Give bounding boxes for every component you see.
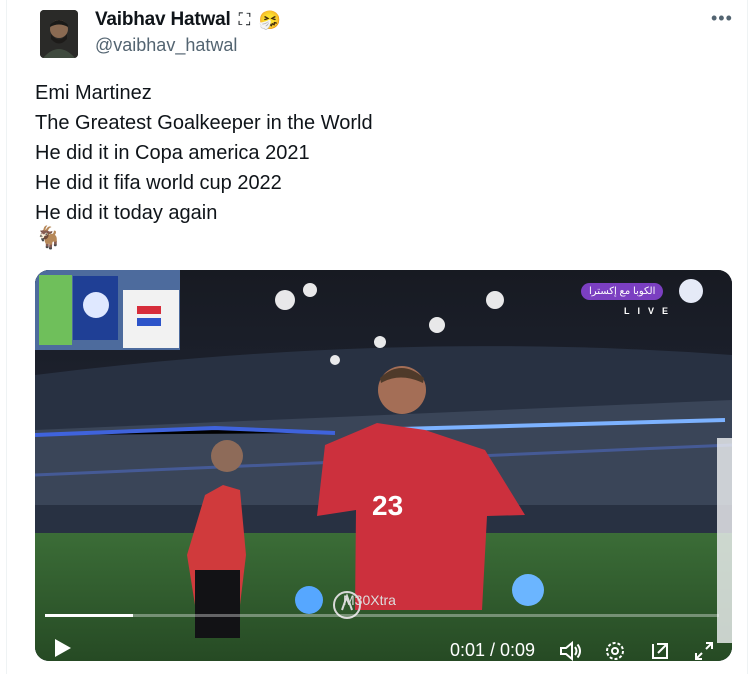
sneeze-emoji: 🤧 <box>258 9 281 30</box>
avatar[interactable] <box>40 10 78 58</box>
volume-icon <box>560 640 581 661</box>
fullscreen-button[interactable] <box>693 640 715 661</box>
settings-button[interactable] <box>604 640 626 661</box>
handle[interactable]: @vaibhav_hatwal <box>95 35 237 56</box>
more-options-button[interactable]: ••• <box>711 8 733 29</box>
progress-bar[interactable] <box>45 614 719 617</box>
progress-fill <box>45 614 133 617</box>
display-name[interactable]: Vaibhav Hatwal <box>95 9 231 31</box>
jersey-number: 23 <box>372 490 403 521</box>
volume-button[interactable] <box>559 640 583 661</box>
play-icon <box>55 639 71 657</box>
popout-button[interactable] <box>649 640 671 661</box>
time-display: 0:01 / 0:09 <box>450 640 536 660</box>
video-controls: 0:01 / 0:09 <box>35 589 732 661</box>
live-indicator: LIVE <box>624 306 677 316</box>
popout-icon <box>652 643 668 659</box>
channel-badge: الكوبا مع إكسترا <box>581 283 664 300</box>
play-button[interactable] <box>53 637 73 661</box>
video-player[interactable]: 23 الكوبا مع إكسترا LIVE M30Xtra 0:01 / … <box>35 270 732 661</box>
fullscreen-icon <box>695 642 713 660</box>
tweet-text: Emi Martinez The Greatest Goalkeeper in … <box>35 82 373 224</box>
tournament-logo-icon <box>679 279 703 303</box>
verified-icon: ⛶ <box>238 10 251 29</box>
author-row: Vaibhav Hatwal ⛶ 🤧 <box>95 9 281 31</box>
goat-emoji: 🐐 <box>35 225 63 250</box>
tweet-card: Vaibhav Hatwal ⛶ 🤧 @vaibhav_hatwal ••• E… <box>6 0 748 674</box>
settings-icon <box>606 642 624 660</box>
